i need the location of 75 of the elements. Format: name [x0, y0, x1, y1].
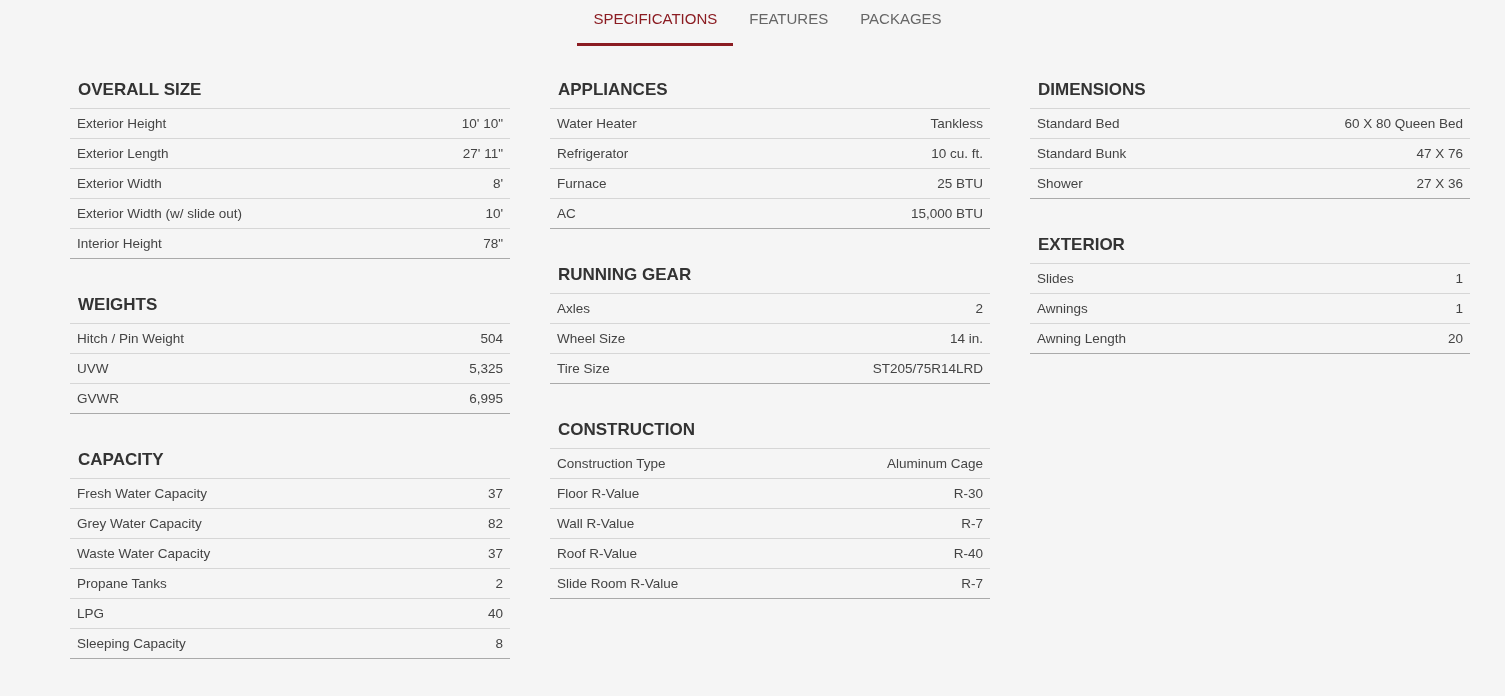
- tab[interactable]: PACKAGES: [844, 0, 958, 46]
- spec-label: Furnace: [557, 176, 607, 191]
- section-heading: EXTERIOR: [1037, 235, 1126, 256]
- spec-label: GVWR: [77, 391, 119, 406]
- spec-value: R-7: [961, 576, 983, 591]
- spec-value: ST205/75R14LRD: [872, 361, 983, 376]
- spec-value: Tankless: [930, 116, 983, 131]
- spec-label: Standard Bed: [1037, 116, 1120, 131]
- spec-value: R-30: [953, 486, 983, 501]
- spec-label: LPG: [77, 606, 104, 621]
- section-heading: CAPACITY: [77, 450, 165, 471]
- spec-label: Exterior Length: [77, 146, 169, 161]
- spec-label: UVW: [77, 361, 109, 376]
- spec-value: 10': [485, 206, 503, 221]
- spec-value: 10 cu. ft.: [931, 146, 983, 161]
- section-heading: OVERALL SIZE: [77, 80, 203, 101]
- spec-value: 10' 10": [461, 116, 503, 131]
- spec-label: Construction Type: [557, 456, 666, 471]
- spec-value: 6,995: [469, 391, 503, 406]
- spec-label: Axles: [557, 301, 590, 316]
- spec-value: Aluminum Cage: [886, 456, 983, 471]
- spec-value: 47 X 76: [1416, 146, 1463, 161]
- spec-value: 8': [492, 176, 503, 191]
- spec-label: Exterior Width: [77, 176, 162, 191]
- spec-label: Awning Length: [1037, 331, 1127, 346]
- spec-value: 40: [487, 606, 503, 621]
- spec-label: Slide Room R-Value: [557, 576, 679, 591]
- spec-label: AC: [557, 206, 576, 221]
- spec-label: Exterior Height: [77, 116, 167, 131]
- section-heading: DIMENSIONS: [1037, 80, 1147, 101]
- spec-label: Waste Water Capacity: [77, 546, 211, 561]
- spec-value: 2: [495, 576, 503, 591]
- spec-label: Standard Bunk: [1037, 146, 1127, 161]
- spec-label: Sleeping Capacity: [77, 636, 186, 651]
- section-heading: CONSTRUCTION: [557, 420, 696, 441]
- spec-value: R-7: [961, 516, 983, 531]
- spec-label: Refrigerator: [557, 146, 629, 161]
- spec-value: 27 X 36: [1416, 176, 1463, 191]
- spec-label: Interior Height: [77, 236, 162, 251]
- spec-label: Propane Tanks: [77, 576, 167, 591]
- spec-label: Floor R-Value: [557, 486, 640, 501]
- spec-value: 1: [1455, 301, 1463, 316]
- spec-label: Hitch / Pin Weight: [77, 331, 185, 346]
- spec-label: Slides: [1037, 271, 1074, 286]
- tab[interactable]: FEATURES: [733, 0, 845, 46]
- spec-value: 5,325: [469, 361, 503, 376]
- section-heading: RUNNING GEAR: [557, 265, 693, 286]
- spec-value: R-40: [953, 546, 983, 561]
- spec-label: Awnings: [1037, 301, 1088, 316]
- spec-value: 78": [483, 236, 503, 251]
- spec-value: 1: [1455, 271, 1463, 286]
- spec-label: Shower: [1037, 176, 1083, 191]
- spec-value: 27' 11": [462, 146, 503, 161]
- spec-label: Wheel Size: [557, 331, 626, 346]
- spec-value: 60 X 80 Queen Bed: [1344, 116, 1463, 131]
- spec-value: 2: [975, 301, 983, 316]
- spec-value: 504: [480, 331, 503, 346]
- spec-value: 20: [1447, 331, 1463, 346]
- section-heading: WEIGHTS: [77, 295, 159, 316]
- spec-value: 37: [487, 546, 503, 561]
- spec-value: 8: [495, 636, 503, 651]
- spec-value: 82: [487, 516, 503, 531]
- section-heading: APPLIANCES: [557, 80, 669, 101]
- spec-label: Water Heater: [557, 116, 637, 131]
- spec-value: 15,000 BTU: [910, 206, 983, 221]
- spec-value: 25 BTU: [937, 176, 983, 191]
- spec-label: Fresh Water Capacity: [77, 486, 208, 501]
- spec-value: 14 in.: [949, 331, 983, 346]
- spec-label: Roof R-Value: [557, 546, 638, 561]
- spec-label: Tire Size: [557, 361, 610, 376]
- spec-label: Grey Water Capacity: [77, 516, 202, 531]
- spec-label: Exterior Width (w/ slide out): [77, 206, 243, 221]
- spec-value: 37: [487, 486, 503, 501]
- tab[interactable]: SPECIFICATIONS: [577, 0, 734, 46]
- spec-label: Wall R-Value: [557, 516, 635, 531]
